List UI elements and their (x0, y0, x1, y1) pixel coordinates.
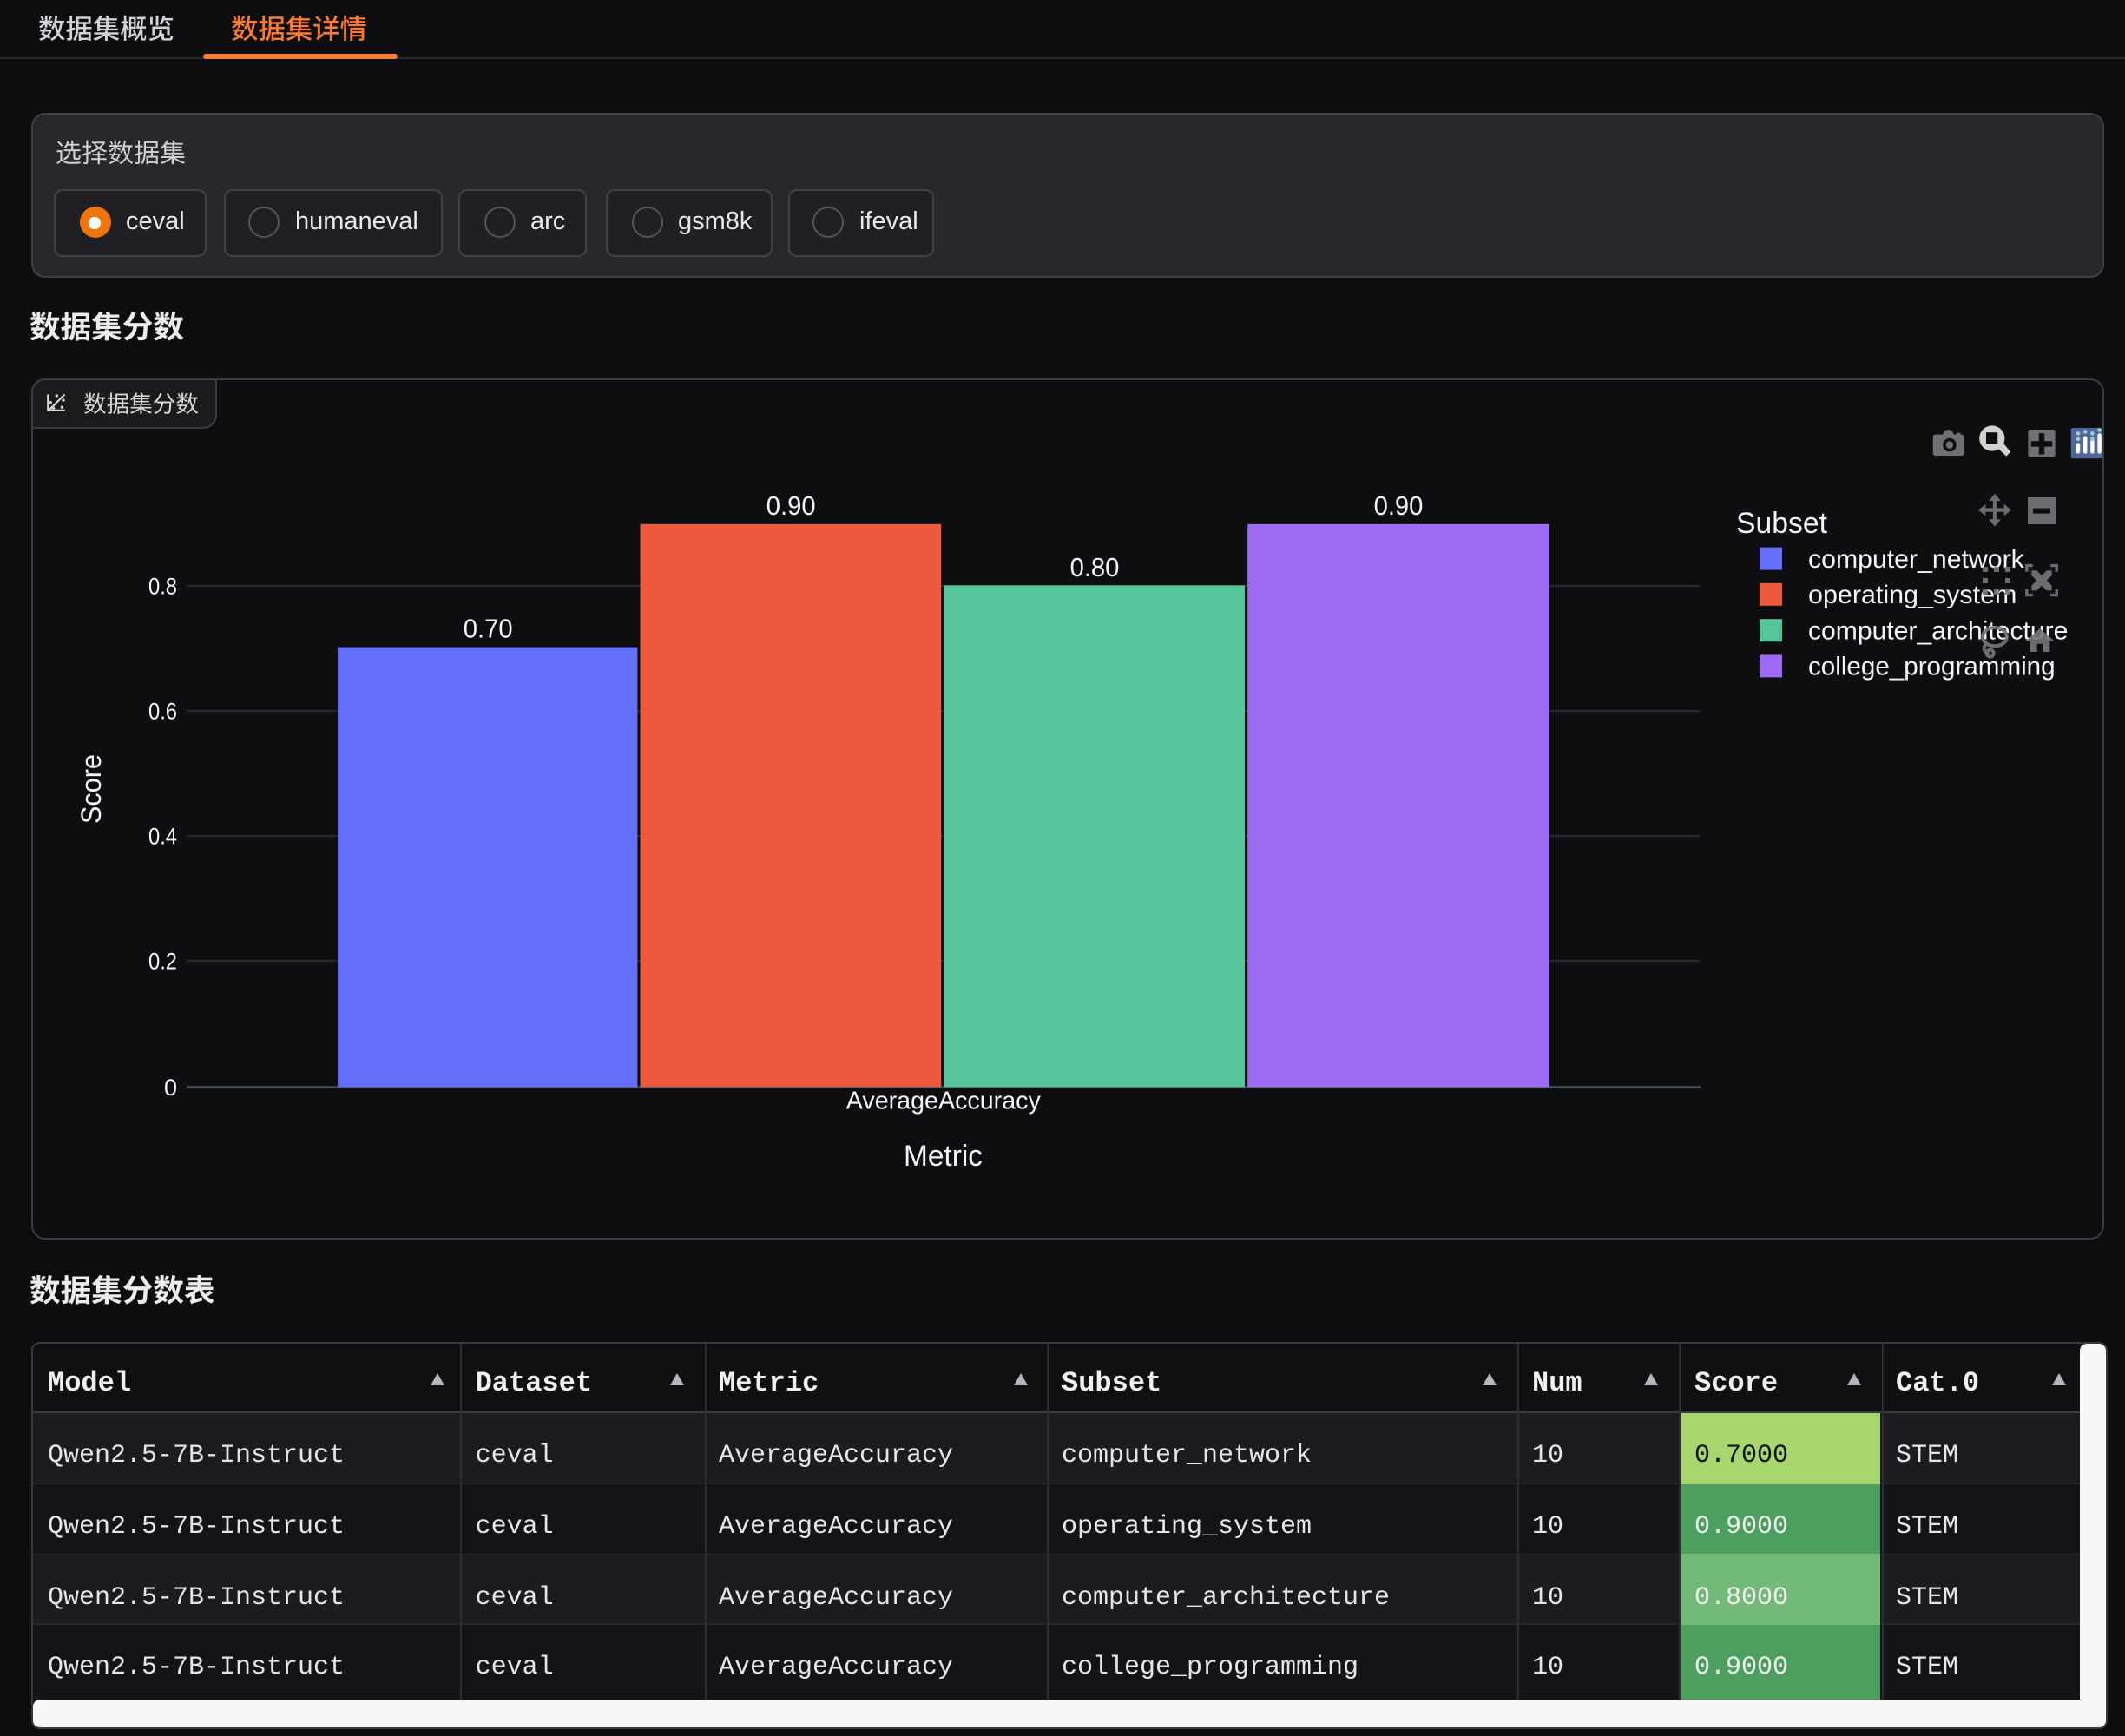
svg-text:0.70: 0.70 (463, 614, 512, 643)
svg-text:0.90: 0.90 (766, 490, 815, 520)
svg-text:0.8: 0.8 (148, 572, 176, 598)
svg-text:0.4: 0.4 (148, 822, 176, 848)
svg-text:0.2: 0.2 (148, 947, 176, 973)
svg-text:computer_network: computer_network (1807, 544, 2023, 573)
svg-text:0.80: 0.80 (1069, 552, 1119, 582)
svg-text:0.90: 0.90 (1373, 490, 1423, 520)
svg-text:operating_system: operating_system (1807, 580, 2016, 608)
svg-text:Score: Score (75, 753, 106, 823)
svg-text:0: 0 (163, 1074, 176, 1100)
svg-text:college_programming: college_programming (1807, 652, 2055, 681)
svg-text:0.6: 0.6 (148, 697, 176, 723)
svg-text:Metric: Metric (903, 1139, 982, 1172)
svg-text:AverageAccuracy: AverageAccuracy (845, 1086, 1040, 1114)
svg-text:Subset: Subset (1735, 506, 1827, 539)
